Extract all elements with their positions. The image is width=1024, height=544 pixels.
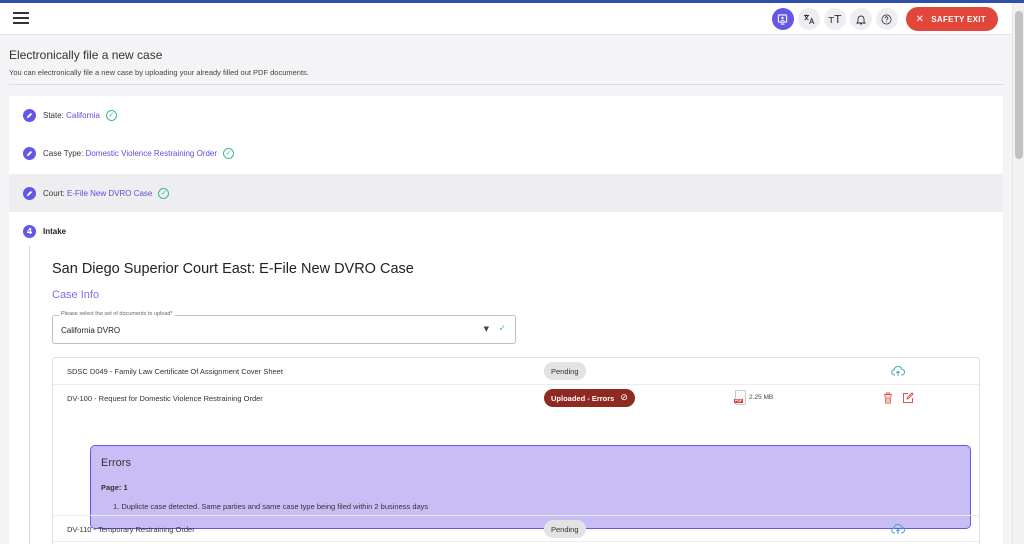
toolbar-icons: тT ✕ SAFETY EXIT bbox=[771, 6, 998, 32]
court-title: San Diego Superior Court East: E-File Ne… bbox=[52, 261, 414, 277]
caret-down-icon[interactable]: ▼ bbox=[484, 325, 489, 333]
status-badge: Uploaded - Errors ⊘ bbox=[544, 389, 635, 407]
step-value: California bbox=[66, 110, 100, 120]
document-row: SDSC D049 - Family Law Certificate Of As… bbox=[53, 358, 979, 385]
status-badge: Pending bbox=[544, 520, 586, 538]
step-intake-title: Intake bbox=[43, 226, 67, 236]
check-icon: ✓ bbox=[498, 324, 506, 334]
close-icon: ✕ bbox=[915, 13, 925, 25]
document-set-select-value: California DVRO bbox=[61, 326, 121, 335]
menu-icon[interactable] bbox=[13, 12, 29, 26]
trash-icon[interactable] bbox=[883, 391, 893, 404]
cloud-upload-icon[interactable] bbox=[891, 364, 906, 378]
step-court-text: Court: E-File New DVRO Case bbox=[43, 189, 152, 198]
document-name: DV-110 - Temporary Restraining Order bbox=[67, 525, 195, 534]
step-case-type[interactable]: Case Type: Domestic Violence Restraining… bbox=[9, 134, 1003, 172]
file-size: 2.25 MB bbox=[749, 394, 774, 401]
page-title: Electronically file a new case bbox=[9, 48, 163, 62]
errors-page: Page: 1 bbox=[101, 483, 128, 492]
divider bbox=[9, 84, 1003, 85]
ban-icon: ⊘ bbox=[620, 393, 628, 403]
filing-card: State: California ✓ Case Type: Domestic … bbox=[9, 96, 1003, 544]
pdf-file-icon[interactable]: PDF bbox=[734, 390, 746, 405]
pdf-file-type: PDF bbox=[734, 399, 743, 403]
document-set-select-label: Please select the set of documents to up… bbox=[59, 311, 175, 317]
cloud-upload-icon[interactable] bbox=[891, 522, 906, 536]
step-case-type-text: Case Type: Domestic Violence Restraining… bbox=[43, 149, 217, 158]
document-name: SDSC D049 - Family Law Certificate Of As… bbox=[67, 367, 283, 376]
text-size-icon[interactable]: тT bbox=[823, 8, 846, 30]
step-state[interactable]: State: California ✓ bbox=[9, 96, 1003, 134]
bell-icon[interactable] bbox=[849, 8, 872, 30]
step-court[interactable]: Court: E-File New DVRO Case ✓ bbox=[9, 174, 1003, 212]
step-state-text: State: California bbox=[43, 111, 100, 120]
document-name: DV-100 - Request for Domestic Violence R… bbox=[67, 394, 263, 403]
check-icon: ✓ bbox=[158, 187, 170, 199]
check-icon: ✓ bbox=[105, 109, 117, 121]
pencil-icon bbox=[23, 146, 36, 160]
pencil-icon bbox=[23, 186, 36, 200]
safety-exit-label: SAFETY EXIT bbox=[931, 14, 986, 24]
safety-exit-button[interactable]: ✕ SAFETY EXIT bbox=[905, 7, 998, 31]
case-info-heading: Case Info bbox=[52, 289, 100, 301]
errors-item: 1. Duplicte case detected. Same parties … bbox=[113, 502, 429, 511]
step-connector bbox=[29, 246, 30, 544]
step-label: State: bbox=[43, 110, 64, 120]
screen-reader-icon[interactable] bbox=[771, 8, 794, 30]
help-icon[interactable] bbox=[875, 8, 898, 30]
scrollbar[interactable] bbox=[1012, 3, 1024, 544]
scrollbar-thumb[interactable] bbox=[1015, 11, 1023, 159]
step-label: Case Type: bbox=[43, 148, 84, 158]
step-value: E-File New DVRO Case bbox=[67, 188, 153, 198]
step-number: 4 bbox=[23, 224, 36, 238]
errors-title: Errors bbox=[101, 457, 131, 469]
documents-table: SDSC D049 - Family Law Certificate Of As… bbox=[52, 357, 980, 544]
document-row: DV-110 - Temporary Restraining Order Pen… bbox=[53, 515, 979, 542]
status-badge-label: Uploaded - Errors bbox=[551, 393, 615, 403]
document-set-select[interactable]: Please select the set of documents to up… bbox=[52, 311, 516, 344]
translate-icon[interactable] bbox=[797, 8, 820, 30]
check-icon: ✓ bbox=[223, 147, 235, 159]
step-intake: 4 Intake bbox=[9, 212, 1003, 250]
edit-icon[interactable] bbox=[902, 391, 914, 403]
pencil-icon bbox=[23, 108, 36, 122]
top-bar: тT ✕ SAFETY EXIT bbox=[0, 3, 1012, 35]
step-label: Court: bbox=[43, 188, 65, 198]
step-value: Domestic Violence Restraining Order bbox=[85, 148, 218, 158]
status-badge: Pending bbox=[544, 362, 586, 380]
page-subtitle: You can electronically file a new case b… bbox=[9, 68, 309, 77]
